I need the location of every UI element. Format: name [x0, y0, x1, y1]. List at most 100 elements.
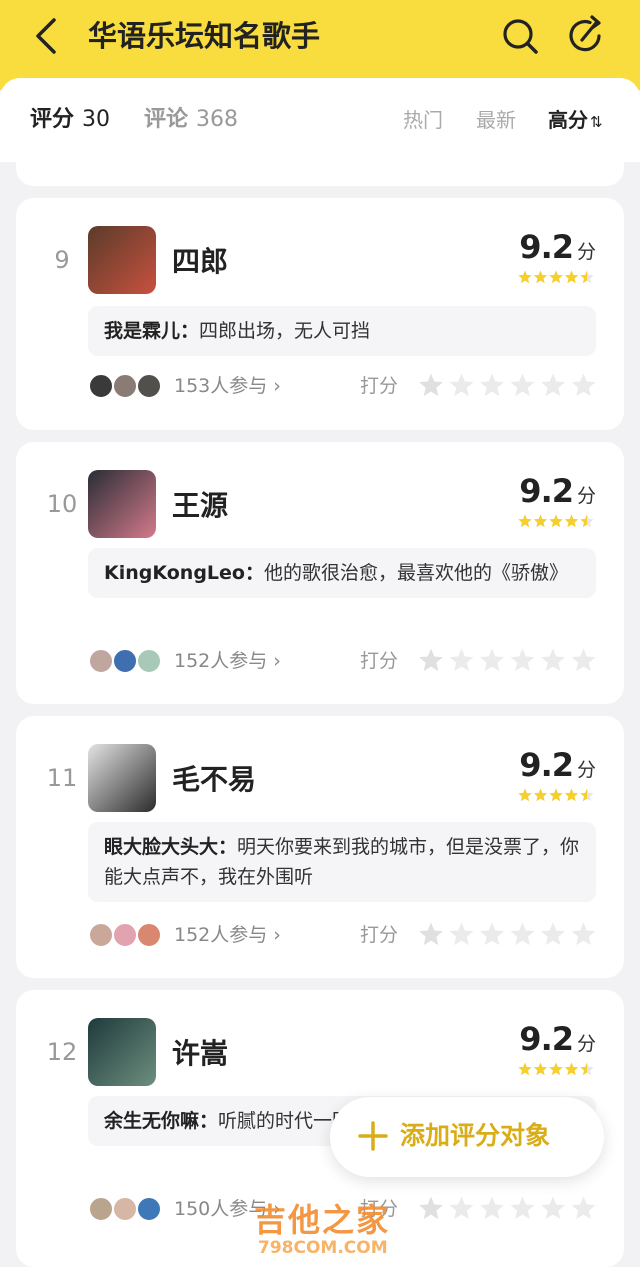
singer-name[interactable]: 毛不易 — [172, 758, 256, 798]
tab-comment-count: 368 — [196, 107, 239, 132]
plus-icon — [358, 1121, 388, 1151]
search-icon[interactable] — [500, 16, 540, 56]
sort-order-icon: ⇅ — [590, 113, 603, 131]
singer-avatar[interactable] — [88, 1018, 156, 1086]
rate-label: 打分 — [360, 375, 399, 397]
score-stars — [518, 788, 594, 802]
score-star-fill — [533, 514, 548, 528]
score-star-fill — [549, 514, 563, 528]
tab-rating[interactable]: 评分 30 — [30, 102, 110, 138]
singer-card[interactable]: 9 四郎 9.2 分 我是霖儿：四郎出场，无人可挡 153人参与 › 打分 — [16, 198, 624, 430]
app-header: 华语乐坛知名歌手 — [0, 0, 640, 90]
score-star-fill — [564, 270, 579, 284]
top-comment[interactable]: 眼大脸大头大：明天你要来到我的城市，但是没票了，你能大点声不，我在外围听 — [88, 822, 596, 902]
score-unit: 分 — [576, 485, 596, 507]
rate-star — [419, 1196, 443, 1220]
rank-number: 11 — [46, 764, 78, 792]
comment-author: 余生无你嘛： — [104, 1110, 219, 1132]
participant-avatar — [88, 922, 114, 948]
top-comment[interactable]: 我是霖儿：四郎出场，无人可挡 — [88, 306, 596, 356]
singer-name[interactable]: 王源 — [172, 484, 228, 524]
comment-author: KingKongLeo： — [104, 562, 264, 584]
rate-stars-input[interactable] — [418, 921, 596, 949]
participant-avatar — [88, 648, 114, 674]
rate-star — [541, 373, 565, 397]
rate-stars-input[interactable] — [418, 372, 596, 400]
singer-card[interactable]: 10 王源 9.2 分 KingKongLeo：他的歌很治愈，最喜欢他的《骄傲》 … — [16, 442, 624, 704]
score-unit: 分 — [576, 759, 596, 781]
rate-stars-input[interactable] — [418, 1195, 596, 1223]
participant-avatar — [136, 373, 162, 399]
participants-link[interactable]: 152人参与 › — [174, 645, 281, 677]
singer-avatar[interactable] — [88, 470, 156, 538]
score-stars — [518, 270, 594, 284]
rate-star — [480, 1196, 504, 1220]
rate-star — [541, 648, 565, 672]
participant-avatars — [88, 922, 164, 950]
add-rating-target-button[interactable]: 添加评分对象 — [330, 1097, 604, 1177]
participant-avatars — [88, 648, 164, 676]
sort-highest-label: 高分 — [548, 108, 588, 132]
rate-star — [449, 648, 474, 672]
tab-comment[interactable]: 评论 368 — [144, 102, 238, 138]
participant-avatar — [88, 1196, 114, 1222]
rate-stars-input[interactable] — [418, 647, 596, 675]
participant-avatar — [112, 1196, 138, 1222]
rate-star — [510, 373, 535, 397]
tab-rating-count: 30 — [82, 107, 111, 132]
singer-name[interactable]: 四郎 — [172, 240, 228, 280]
watermark: 吉他之家 — [254, 1201, 391, 1239]
add-rating-target-label: 添加评分对象 — [400, 1121, 551, 1150]
rank-number: 10 — [46, 490, 78, 518]
rate-star — [480, 922, 504, 946]
participant-avatars — [88, 373, 164, 401]
score-value: 9.2 — [519, 746, 574, 784]
participant-avatar — [136, 1196, 162, 1222]
singer-avatar[interactable] — [88, 744, 156, 812]
participants-count: 152人参与 — [174, 650, 268, 672]
score-star-fill — [518, 1062, 532, 1076]
rate-star — [449, 922, 474, 946]
rate-star — [449, 1196, 474, 1220]
score-star-fill — [564, 514, 579, 528]
rate-label: 打分 — [360, 650, 399, 672]
rate-label: 打分 — [360, 924, 399, 946]
score-star-fill — [518, 270, 532, 284]
rate-star — [419, 373, 443, 397]
participant-avatar — [112, 922, 138, 948]
chevron-left-icon[interactable] — [28, 14, 64, 58]
participants-count: 152人参与 — [174, 924, 268, 946]
card-footer: 152人参与 › 打分 — [88, 919, 596, 951]
participants-link[interactable]: 152人参与 › — [174, 919, 281, 951]
rate-star — [510, 648, 535, 672]
sort-hot[interactable]: 热门 — [403, 102, 443, 138]
rank-number: 9 — [54, 246, 70, 274]
participant-avatar — [136, 922, 162, 948]
share-icon[interactable] — [566, 14, 608, 56]
rate-star — [510, 922, 535, 946]
watermark-url: 798COM.COM — [258, 1238, 388, 1258]
rate-star — [541, 1196, 565, 1220]
sort-highest[interactable]: 高分 ⇅ — [548, 102, 603, 138]
previous-card-edge — [16, 158, 624, 186]
score-stars — [518, 1062, 594, 1076]
participant-avatar — [136, 648, 162, 674]
sort-newest[interactable]: 最新 — [476, 102, 516, 138]
singer-avatar[interactable] — [88, 226, 156, 294]
singer-name[interactable]: 许嵩 — [172, 1032, 228, 1072]
participants-link[interactable]: 153人参与 › — [174, 370, 281, 402]
rate-star — [571, 922, 596, 946]
top-comment[interactable]: KingKongLeo：他的歌很治愈，最喜欢他的《骄傲》 — [88, 548, 596, 598]
score-star-fill — [549, 1062, 563, 1076]
comment-author: 我是霖儿： — [104, 320, 200, 342]
singer-card[interactable]: 11 毛不易 9.2 分 眼大脸大头大：明天你要来到我的城市，但是没票了，你能大点… — [16, 716, 624, 978]
rate-star — [480, 373, 504, 397]
rate-star — [510, 1196, 535, 1220]
score-star-fill — [518, 788, 532, 802]
score-unit: 分 — [576, 1033, 596, 1055]
rate-star — [419, 922, 443, 946]
score: 9.2 分 — [519, 472, 596, 510]
rate-star — [419, 648, 443, 672]
score-unit: 分 — [576, 241, 596, 263]
comment-author: 眼大脸大头大： — [104, 836, 238, 858]
